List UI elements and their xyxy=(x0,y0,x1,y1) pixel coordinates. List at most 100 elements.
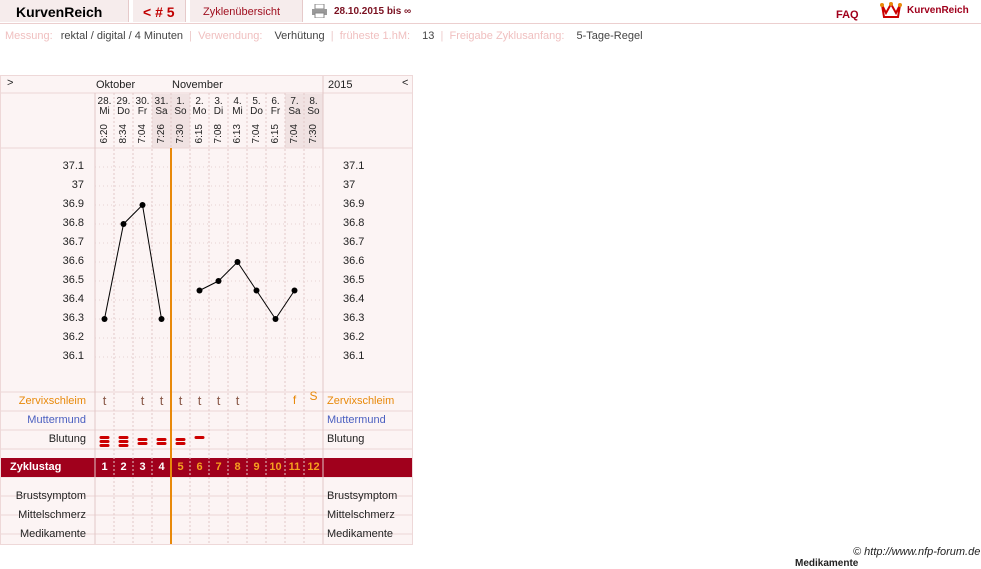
measure-time: 6:15 xyxy=(194,124,205,144)
cycle-day-number: 11 xyxy=(288,461,301,473)
temp-point xyxy=(120,221,127,227)
medi-label-left: Medikamente xyxy=(19,528,86,540)
y-tick-right: 36.4 xyxy=(343,293,365,305)
y-tick-left: 36.7 xyxy=(62,236,84,248)
prev-arrow[interactable]: > xyxy=(7,77,13,89)
y-tick-right: 37.1 xyxy=(343,160,365,172)
day-weekday: Di xyxy=(213,106,224,117)
temp-point xyxy=(158,316,165,322)
y-tick-left: 36.6 xyxy=(62,255,84,267)
zervix-label-right: Zervixschleim xyxy=(327,395,395,407)
cycle-day-number: 1 xyxy=(101,461,108,473)
y-tick-right: 36.2 xyxy=(343,331,365,343)
freigabe-label: Freigabe Zyklusanfang: xyxy=(449,30,565,42)
cycle-day-number: 6 xyxy=(196,461,203,473)
zervix-mark: f xyxy=(292,393,297,407)
zervix-label-left: Zervixschleim xyxy=(18,395,86,407)
temp-point xyxy=(139,202,146,208)
print-icon[interactable] xyxy=(312,3,327,21)
cycle-number-link[interactable]: < # 5 xyxy=(143,4,175,20)
day-weekday: Sa xyxy=(155,106,168,117)
measure-time: 7:04 xyxy=(251,124,262,144)
zyklustag-label: Zyklustag xyxy=(10,461,62,473)
messung-value: rektal / digital / 4 Minuten xyxy=(60,30,184,42)
y-tick-right: 36.5 xyxy=(343,274,365,286)
overview-link[interactable]: Zyklenübersicht xyxy=(203,6,280,18)
measure-time: 6:13 xyxy=(232,124,243,144)
y-tick-left: 36.3 xyxy=(62,312,84,324)
cycle-day-number: 5 xyxy=(177,461,184,473)
year-label: 2015 xyxy=(328,79,353,91)
temp-point xyxy=(272,316,279,322)
cycle-day-number: 9 xyxy=(253,461,260,473)
blood-mark xyxy=(118,436,129,439)
temp-point xyxy=(196,287,203,294)
y-tick-right: 36.7 xyxy=(343,236,365,248)
freigabe-value: 5-Tage-Regel xyxy=(576,30,643,42)
verwendung-label: Verwendung: xyxy=(198,30,263,42)
measure-time: 7:30 xyxy=(175,124,186,144)
y-tick-right: 36.8 xyxy=(343,217,365,229)
measure-time: 6:20 xyxy=(99,124,110,144)
messung-label: Messung: xyxy=(5,30,53,42)
logo-text: KurvenReich xyxy=(907,5,969,16)
y-tick-right: 36.3 xyxy=(343,312,365,324)
measure-time: 7:08 xyxy=(213,124,224,144)
measure-time: 7:26 xyxy=(156,124,167,144)
verwendung-value: Verhütung xyxy=(274,30,325,42)
y-tick-left: 37.1 xyxy=(62,160,84,172)
faq-link[interactable]: FAQ xyxy=(836,9,859,21)
day-weekday: Mi xyxy=(99,106,110,117)
cycle-day-number: 8 xyxy=(234,461,241,473)
y-tick-left: 36.9 xyxy=(62,198,84,210)
medi-label-right: Medikamente xyxy=(327,528,394,540)
copyright: © http://www.nfp-forum.de xyxy=(853,546,981,558)
day-weekday: Do xyxy=(117,106,130,117)
blood-mark xyxy=(194,436,205,439)
temp-point xyxy=(291,287,298,294)
y-tick-right: 37 xyxy=(343,179,356,191)
cycle-day-number: 4 xyxy=(158,461,165,473)
next-arrow[interactable]: < xyxy=(402,77,408,89)
blood-mark xyxy=(118,440,129,443)
brust-label-right: Brustsymptom xyxy=(327,490,398,502)
zervix-mark: t xyxy=(159,393,164,408)
temp-point xyxy=(101,316,108,322)
muttermund-label-left: Muttermund xyxy=(27,414,86,426)
brust-label-left: Brustsymptom xyxy=(15,490,86,502)
y-tick-right: 36.1 xyxy=(343,350,365,362)
month-november: November xyxy=(172,79,223,91)
blood-mark xyxy=(156,438,167,441)
zervix-mark: t xyxy=(197,393,202,408)
mittel-label-right: Mittelschmerz xyxy=(327,509,395,521)
hm-label: früheste 1.hM: xyxy=(339,30,411,42)
day-weekday: Mi xyxy=(232,106,243,117)
cycle-day-number: 7 xyxy=(215,461,222,473)
hm-value: 13 xyxy=(422,30,435,42)
y-tick-right: 36.6 xyxy=(343,255,365,267)
day-weekday: So xyxy=(174,106,187,117)
blutung-label-left: Blutung xyxy=(48,433,86,445)
chart-canvas xyxy=(1,76,412,544)
blood-mark xyxy=(99,444,110,447)
mittel-label-left: Mittelschmerz xyxy=(18,509,86,521)
y-tick-left: 36.1 xyxy=(62,350,84,362)
zervix-mark: t xyxy=(235,393,240,408)
y-tick-right: 36.9 xyxy=(343,198,365,210)
cycle-day-number: 12 xyxy=(307,461,320,473)
y-tick-left: 36.8 xyxy=(62,217,84,229)
date-range: 28.10.2015 bis ∞ xyxy=(334,6,412,17)
day-weekday: Sa xyxy=(288,106,301,117)
measure-time: 7:04 xyxy=(289,124,300,144)
measure-time: 8:34 xyxy=(118,124,129,144)
y-tick-left: 36.4 xyxy=(62,293,84,305)
crown-logo-icon xyxy=(880,1,902,22)
measure-time: 6:15 xyxy=(270,124,281,144)
zervix-mark: t xyxy=(102,393,107,408)
meta-line: Messung: rektal / digital / 4 Minuten | … xyxy=(5,30,643,42)
blood-mark xyxy=(99,436,110,439)
blood-mark xyxy=(175,438,186,441)
measure-time: 7:30 xyxy=(308,124,319,144)
day-weekday: Fr xyxy=(270,106,281,117)
zervix-mark: t xyxy=(140,393,145,408)
